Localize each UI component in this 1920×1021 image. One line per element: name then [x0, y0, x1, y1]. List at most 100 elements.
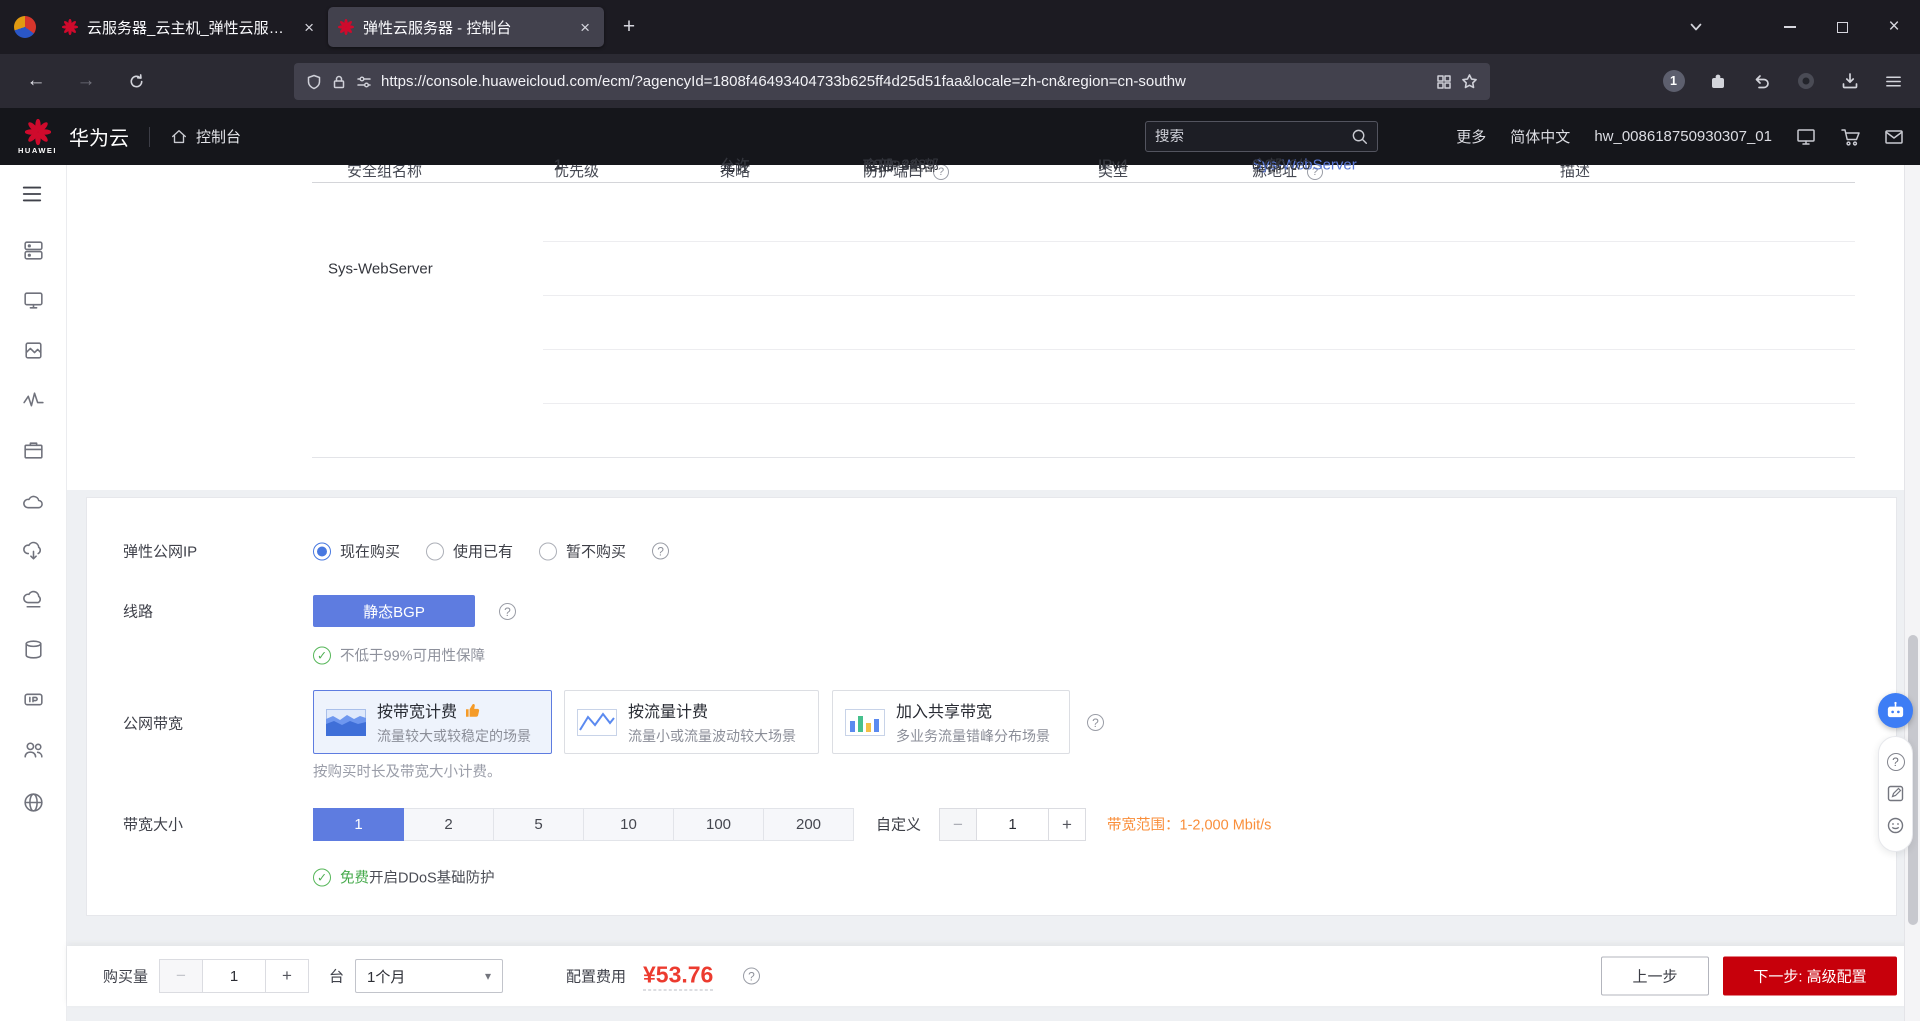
console-monitor-icon[interactable] [1796, 127, 1816, 147]
extension-badge-button[interactable]: 1 [1655, 63, 1692, 100]
sidebar-item-cloud-download[interactable] [21, 540, 46, 565]
tab-title: 云服务器_云主机_弹性云服务器... [87, 19, 292, 37]
size-option-100[interactable]: 100 [673, 808, 764, 841]
bookmark-star-icon[interactable] [1461, 73, 1478, 90]
mail-icon[interactable] [1884, 127, 1904, 147]
sidebar-item-monitor-pulse[interactable] [21, 388, 46, 413]
tab-close-icon[interactable]: × [300, 18, 318, 37]
radio-use-existing[interactable] [426, 542, 445, 560]
header-search[interactable] [1145, 121, 1378, 152]
account-name[interactable]: hw_008618750930307_01 [1594, 128, 1772, 145]
translate-grid-icon[interactable] [1436, 74, 1452, 90]
table-divider [543, 349, 1855, 350]
search-icon[interactable] [1351, 128, 1368, 145]
bandwidth-card-by-traffic[interactable]: 按流量计费 流量小或流量波动较大场景 [564, 690, 819, 754]
sidebar-item-cloud-layers[interactable] [21, 588, 46, 613]
extensions-puzzle-icon[interactable] [1699, 63, 1736, 100]
next-step-button[interactable]: 下一步: 高级配置 [1723, 956, 1897, 996]
new-tab-button[interactable]: + [612, 10, 646, 44]
profile-avatar-icon[interactable] [14, 16, 36, 38]
tab-close-icon[interactable]: × [576, 18, 594, 37]
size-option-2[interactable]: 2 [403, 808, 494, 841]
cloud-host-icon [24, 292, 43, 309]
scrollbar-track[interactable] [1904, 165, 1920, 1021]
permissions-icon[interactable] [356, 74, 372, 90]
quantity-label: 购买量 [103, 968, 149, 986]
sidebar-item-server-stack[interactable] [21, 238, 46, 263]
huawei-logo[interactable]: HUAWEI [18, 119, 57, 155]
radio-label[interactable]: 使用已有 [453, 541, 513, 562]
radio-buy-now[interactable] [313, 542, 331, 560]
list-tabs-button[interactable] [1676, 0, 1716, 54]
smiley-feedback-button[interactable] [1886, 816, 1905, 835]
more-menu[interactable]: 更多 [1456, 126, 1486, 147]
previous-step-button[interactable]: 上一步 [1601, 956, 1709, 996]
sidebar-item-users[interactable] [21, 737, 46, 762]
history-undo-icon[interactable] [1743, 63, 1780, 100]
radio-label[interactable]: 暂不购买 [566, 541, 626, 562]
bandwidth-size-label: 带宽大小 [123, 816, 184, 834]
stepper-plus-button[interactable]: + [265, 959, 309, 993]
sidebar-item-image[interactable] [21, 338, 46, 363]
sidebar-item-storage[interactable] [21, 637, 46, 662]
fee-label: 配置费用 [566, 968, 627, 986]
help-float-button[interactable]: ? [1886, 752, 1905, 771]
help-icon[interactable]: ? [652, 542, 670, 560]
url-bar[interactable]: https://console.huaweicloud.com/ecm/?age… [294, 63, 1490, 100]
sidebar-item-cloud[interactable] [21, 490, 46, 515]
sidebar-item-container[interactable] [21, 438, 46, 463]
minimize-button[interactable] [1764, 0, 1816, 54]
custom-size-label[interactable]: 自定义 [876, 814, 921, 835]
browser-tab-inactive[interactable]: 云服务器_云主机_弹性云服务器... × [52, 7, 328, 47]
security-group-table: 安全组名称 优先级 策略 防护端口 ? 类型 源地址 ? 描述 Sys-WebS… [67, 157, 1904, 490]
stepper-value[interactable]: 1 [977, 808, 1048, 841]
size-option-1[interactable]: 1 [313, 808, 404, 841]
divider [149, 126, 150, 147]
radio-label[interactable]: 现在购买 [340, 541, 400, 562]
bandwidth-card-by-bandwidth[interactable]: 按带宽计费 流量较大或较稳定的场景 [313, 690, 552, 754]
browser-toolbar: ← → https://console.huaweicloud.com/ecm/… [0, 54, 1920, 108]
help-icon[interactable]: ? [743, 967, 760, 985]
period-select[interactable]: 1个月 ▾ [355, 959, 503, 993]
language-switcher[interactable]: 简体中文 [1510, 126, 1570, 147]
stepper-plus-button[interactable]: + [1048, 808, 1086, 841]
header-right: 更多 简体中文 hw_008618750930307_01 [1456, 108, 1904, 165]
assistant-robot-button[interactable] [1878, 693, 1913, 728]
refresh-icon [130, 73, 142, 87]
lock-icon[interactable] [331, 74, 347, 90]
save-to-pocket-icon[interactable] [1831, 63, 1868, 100]
radio-not-now[interactable] [539, 542, 558, 560]
eip-options: 现在购买 使用已有 暂不购买 ? [313, 541, 670, 562]
search-input[interactable] [1155, 128, 1345, 145]
brand-name[interactable]: 华为云 [69, 122, 129, 151]
stepper-minus-button[interactable]: − [939, 808, 977, 841]
help-icon[interactable]: ? [1087, 714, 1104, 731]
nav-console[interactable]: 控制台 [170, 126, 241, 147]
shield-icon[interactable] [306, 74, 322, 90]
stepper-minus-button[interactable]: − [159, 959, 203, 993]
check-circle-icon: ✓ [313, 646, 331, 664]
url-text[interactable]: https://console.huaweicloud.com/ecm/?age… [381, 73, 1427, 90]
sidebar-menu-icon[interactable] [21, 183, 43, 205]
static-bgp-button[interactable]: 静态BGP [313, 595, 475, 627]
forward-button[interactable]: → [64, 62, 108, 100]
help-icon[interactable]: ? [499, 603, 516, 620]
size-option-5[interactable]: 5 [493, 808, 584, 841]
size-option-200[interactable]: 200 [763, 808, 854, 841]
menu-hamburger-icon[interactable] [1875, 63, 1912, 100]
extension-circle-icon[interactable] [1787, 63, 1824, 100]
size-option-10[interactable]: 10 [583, 808, 674, 841]
window-controls: × [1676, 0, 1920, 54]
close-window-button[interactable]: × [1868, 0, 1920, 54]
sidebar-item-eip[interactable] [21, 687, 46, 712]
bandwidth-card-shared[interactable]: 加入共享带宽 多业务流量错峰分布场景 [832, 690, 1070, 754]
maximize-button[interactable] [1816, 0, 1868, 54]
cart-icon[interactable] [1840, 127, 1860, 147]
browser-tab-active[interactable]: 弹性云服务器 - 控制台 × [328, 7, 604, 47]
feedback-button[interactable] [1886, 784, 1905, 803]
back-button[interactable]: ← [14, 62, 58, 100]
stepper-value[interactable]: 1 [203, 959, 265, 993]
refresh-button[interactable] [114, 62, 158, 100]
sidebar-item-cloud-host[interactable] [21, 288, 46, 313]
sidebar-item-globe[interactable] [21, 790, 46, 815]
